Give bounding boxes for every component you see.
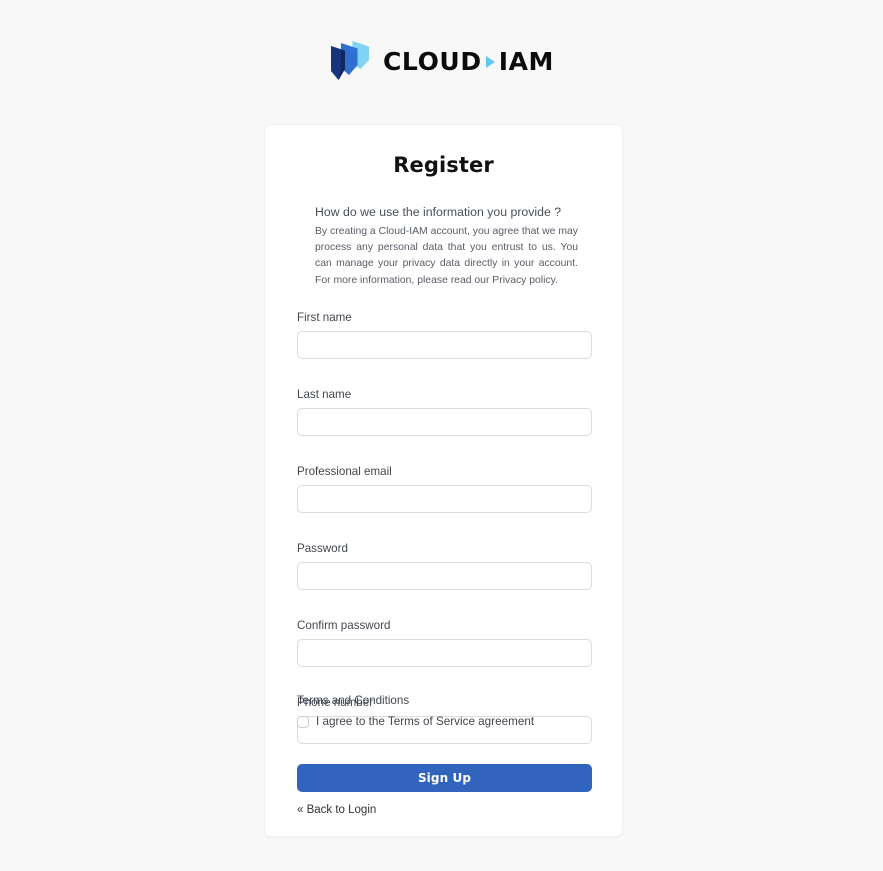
- register-card: Register How do we use the information y…: [264, 124, 623, 837]
- triangle-right-icon: [485, 56, 495, 68]
- brand-wordmark: CLOUD IAM: [383, 49, 554, 74]
- back-to-login-link[interactable]: « Back to Login: [297, 804, 376, 816]
- field-first-name: First name: [297, 310, 592, 360]
- field-last-name: Last name: [297, 387, 592, 437]
- page-title: Register: [393, 153, 494, 177]
- password-input[interactable]: [297, 562, 592, 591]
- terms-agreement-checkbox[interactable]: [297, 715, 309, 728]
- register-form: First name Last name Professional email …: [297, 310, 592, 745]
- terms-agreement-row: I agree to the Terms of Service agreemen…: [297, 714, 592, 729]
- brand-name-part-2: IAM: [498, 46, 555, 76]
- confirm-password-input[interactable]: [297, 639, 592, 668]
- first-name-input[interactable]: [297, 331, 592, 360]
- terms-section-label: Terms and Conditions: [297, 694, 410, 707]
- privacy-notice-body: By creating a Cloud-IAM account, you agr…: [315, 226, 578, 286]
- field-password: Password: [297, 541, 592, 591]
- privacy-notice-heading: How do we use the information you provid…: [315, 205, 562, 219]
- professional-email-input[interactable]: [297, 485, 592, 514]
- register-page: CLOUD IAM Register How do we use the inf…: [0, 0, 883, 871]
- brand-logo: CLOUD IAM: [0, 38, 883, 84]
- form-actions: Sign Up « Back to Login: [297, 764, 592, 818]
- first-name-label: First name: [297, 311, 352, 324]
- terms-and-conditions-section: Terms and Conditions I agree to the Term…: [297, 693, 592, 729]
- last-name-input[interactable]: [297, 408, 592, 437]
- sign-up-button[interactable]: Sign Up: [297, 764, 592, 792]
- brand-name-part-1: CLOUD: [382, 46, 482, 76]
- shield-stack-icon: [330, 41, 369, 80]
- terms-agreement-label[interactable]: I agree to the Terms of Service agreemen…: [316, 714, 534, 729]
- privacy-notice: How do we use the information you provid…: [315, 204, 578, 289]
- field-confirm-password: Confirm password: [297, 618, 592, 668]
- field-professional-email: Professional email: [297, 464, 592, 514]
- professional-email-label: Professional email: [297, 465, 392, 479]
- password-label: Password: [297, 542, 348, 556]
- last-name-label: Last name: [297, 388, 352, 402]
- confirm-password-label: Confirm password: [297, 619, 391, 633]
